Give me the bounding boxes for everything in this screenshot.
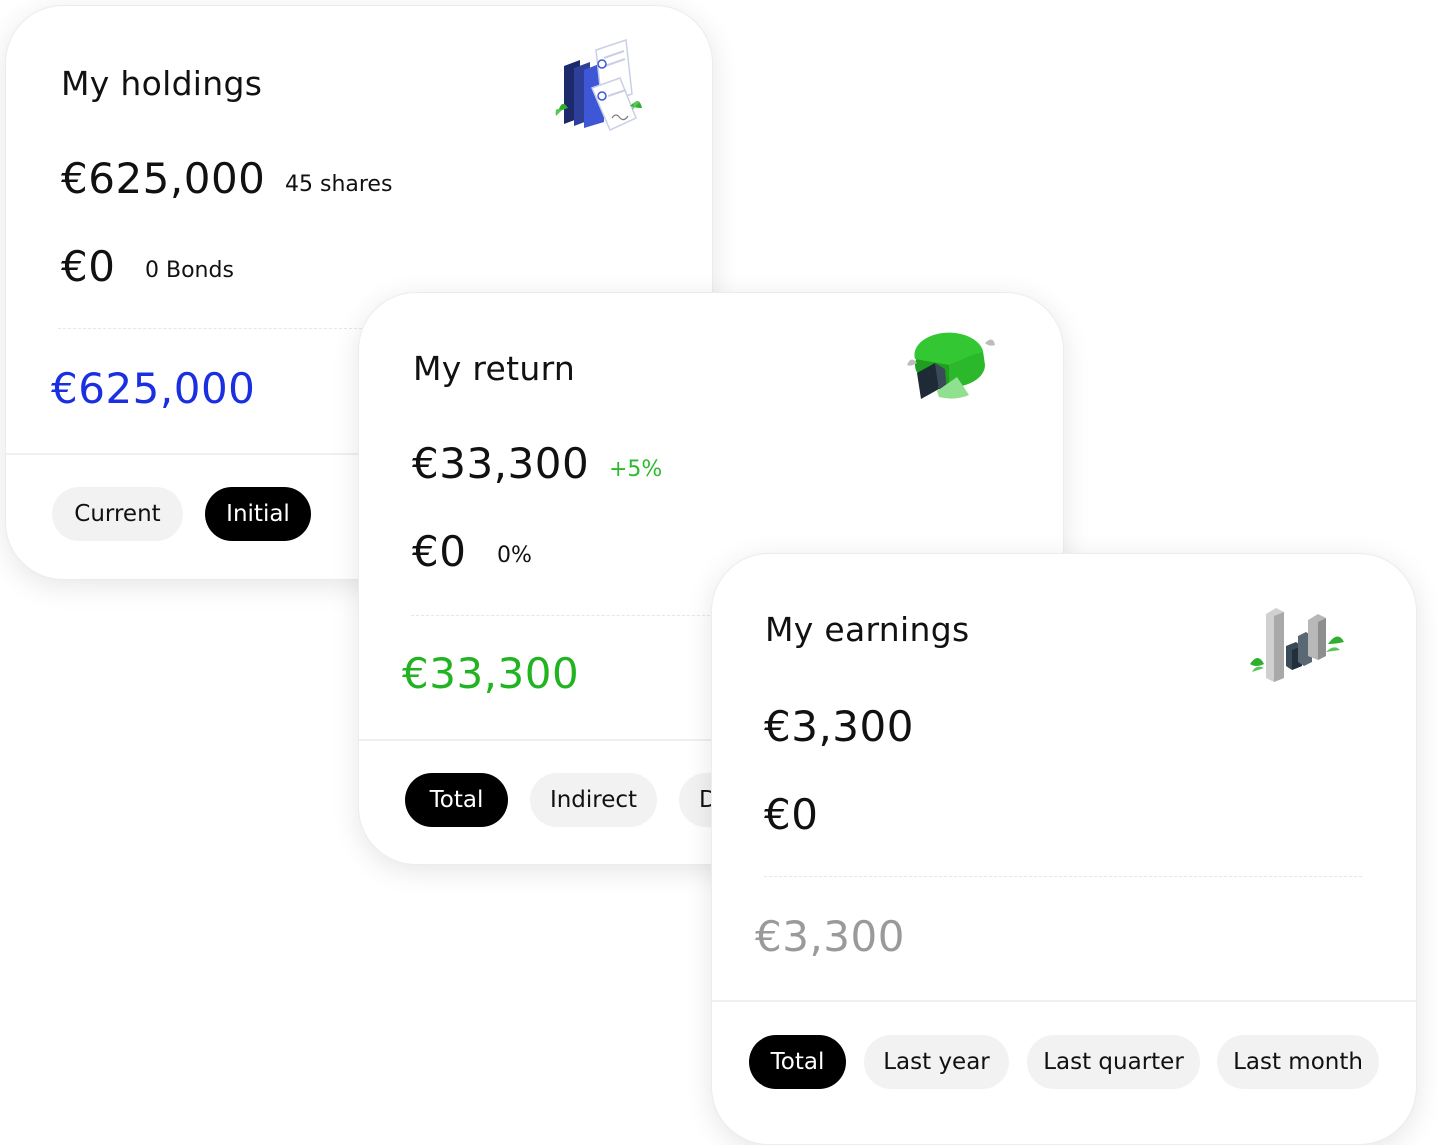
bar-chart-icon xyxy=(1250,608,1344,682)
return-amount-primary: €33,300 xyxy=(412,439,590,488)
return-change-primary: +5% xyxy=(609,457,663,482)
earnings-amount-primary: €3,300 xyxy=(764,702,914,751)
tab-last-year[interactable]: Last year xyxy=(864,1035,1009,1089)
earnings-amount-secondary: €0 xyxy=(764,790,819,839)
return-amount-secondary: €0 xyxy=(412,527,467,576)
tab-last-quarter[interactable]: Last quarter xyxy=(1027,1035,1200,1089)
tab-indirect[interactable]: Indirect xyxy=(530,773,657,827)
shares-count: 45 shares xyxy=(285,172,393,197)
tab-current[interactable]: Current xyxy=(52,487,183,541)
bonds-count: 0 Bonds xyxy=(145,258,234,283)
earnings-total: €3,300 xyxy=(755,912,905,961)
tab-total[interactable]: Total xyxy=(749,1035,846,1089)
earnings-card: My earnings €3,300 €0 €3,300 Total Last … xyxy=(711,553,1417,1145)
documents-icon xyxy=(555,38,642,132)
return-change-secondary: 0% xyxy=(497,543,532,568)
divider xyxy=(764,876,1362,877)
pie-chart-icon xyxy=(907,332,995,399)
holdings-title: My holdings xyxy=(61,64,263,103)
tab-initial[interactable]: Initial xyxy=(205,487,311,541)
tab-total[interactable]: Total xyxy=(405,773,508,827)
shares-amount: €625,000 xyxy=(61,154,266,203)
earnings-title: My earnings xyxy=(765,610,970,649)
divider xyxy=(712,1000,1416,1002)
bonds-amount: €0 xyxy=(61,242,116,291)
return-total: €33,300 xyxy=(402,649,580,698)
return-title: My return xyxy=(413,349,576,388)
tab-last-month[interactable]: Last month xyxy=(1217,1035,1379,1089)
holdings-total: €625,000 xyxy=(51,364,256,413)
